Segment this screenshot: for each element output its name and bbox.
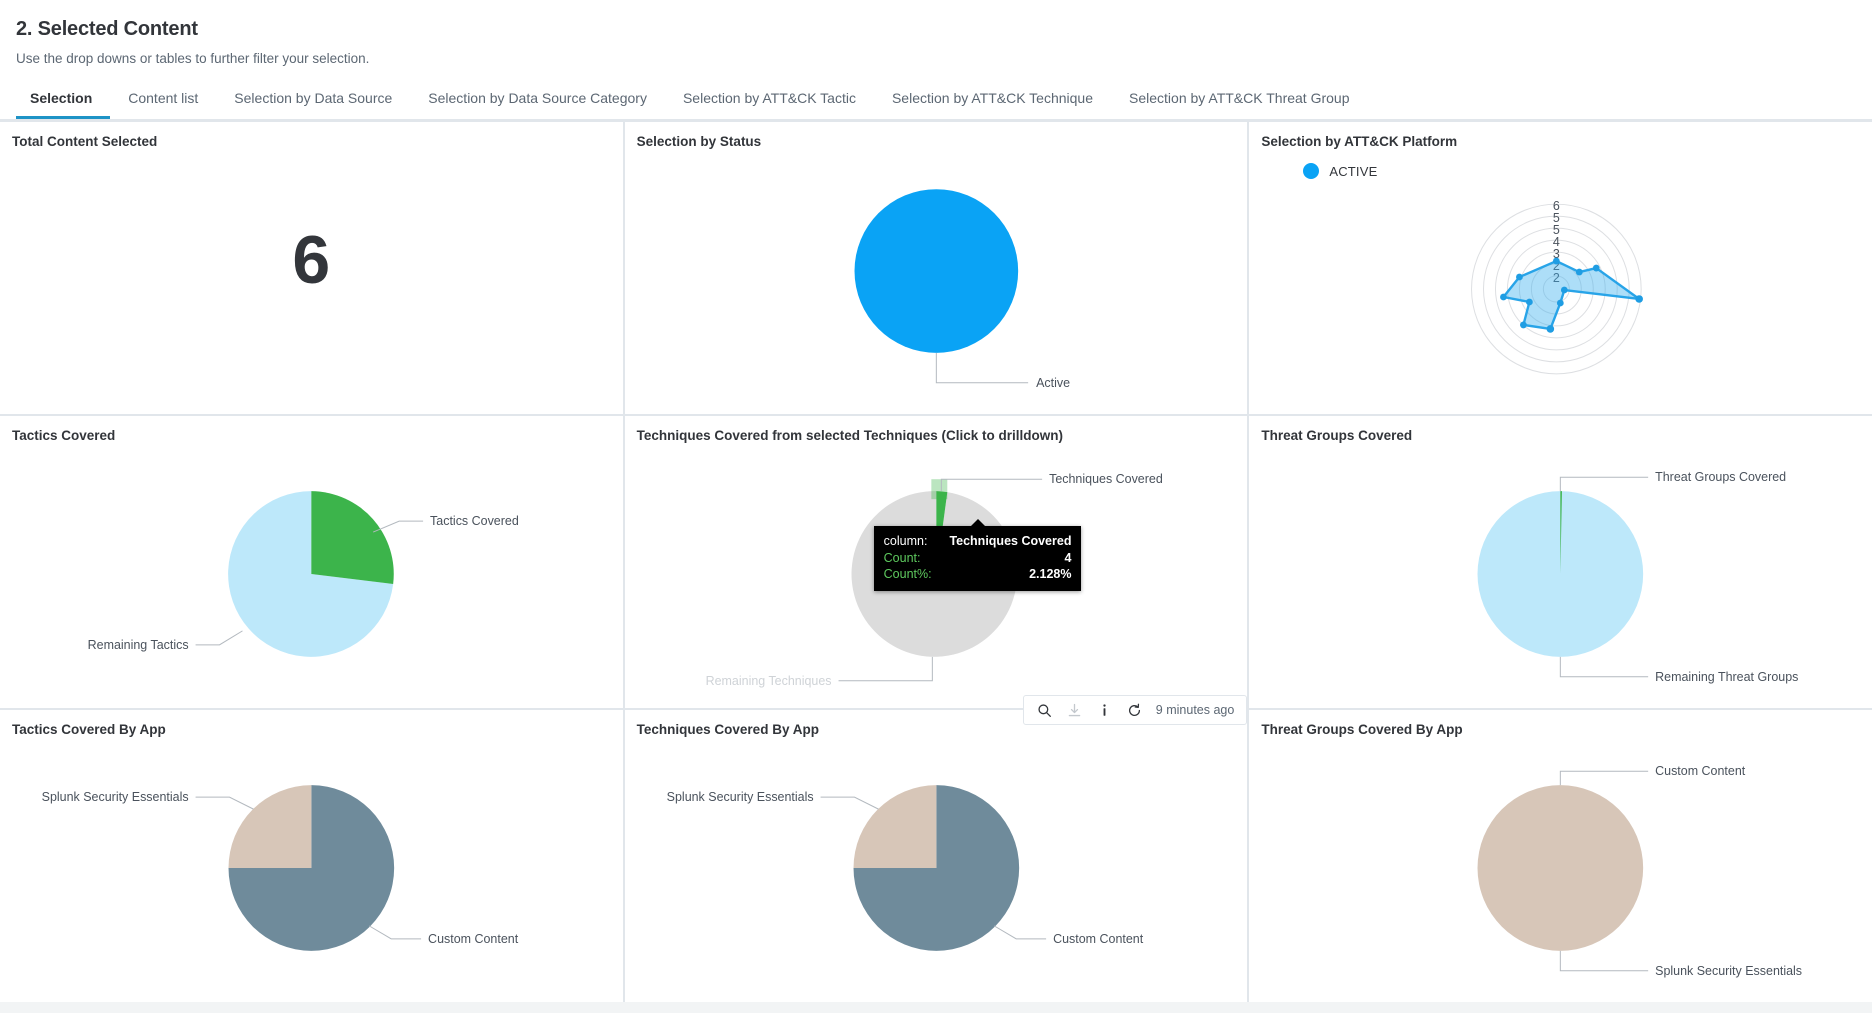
panel-techniques-covered: Techniques Covered from selected Techniq… bbox=[625, 416, 1248, 708]
pie-chart-threat-groups-by-app[interactable]: Custom Content Splunk Security Essential… bbox=[1249, 737, 1872, 999]
panel-refresh-timestamp: 9 minutes ago bbox=[1150, 703, 1235, 717]
page-header: 2. Selected Content Use the drop downs o… bbox=[0, 0, 1872, 120]
panel-techniques-covered-by-app: Techniques Covered By App Splunk Securit… bbox=[625, 710, 1248, 1002]
tab-selection-by-attack-technique[interactable]: Selection by ATT&CK Technique bbox=[874, 86, 1111, 119]
pie-chart-tactics-covered[interactable]: Tactics Covered Remaining Tactics bbox=[0, 443, 623, 705]
search-icon[interactable] bbox=[1030, 695, 1060, 725]
page-title: 2. Selected Content bbox=[16, 18, 1856, 41]
panel-title-selection-by-attack-platform: Selection by ATT&CK Platform bbox=[1249, 122, 1872, 149]
page-subtitle: Use the drop downs or tables to further … bbox=[16, 51, 1856, 66]
pie-label-remaining-techniques: Remaining Techniques bbox=[705, 674, 831, 688]
legend-label-active: ACTIVE bbox=[1329, 164, 1377, 179]
pie-label-custom-content: Custom Content bbox=[1053, 932, 1144, 946]
chart-tooltip: column: Techniques Covered Count: 4 Coun… bbox=[874, 526, 1082, 591]
pie-label-splunk-security-essentials: Splunk Security Essentials bbox=[42, 790, 189, 804]
tab-selection-by-data-source[interactable]: Selection by Data Source bbox=[216, 86, 410, 119]
tab-selection[interactable]: Selection bbox=[16, 86, 110, 119]
legend-swatch-active[interactable] bbox=[1303, 163, 1319, 179]
tooltip-arrow-icon bbox=[971, 519, 985, 526]
panel-selection-by-attack-platform: Selection by ATT&CK Platform ACTIVE 6 5 bbox=[1249, 122, 1872, 414]
pie-slice-splunk-security-essentials[interactable] bbox=[229, 785, 312, 868]
pie-chart-selection-by-status[interactable]: Active bbox=[625, 149, 1248, 411]
panel-threat-groups-covered-by-app: Threat Groups Covered By App Custom Cont… bbox=[1249, 710, 1872, 1002]
panel-threat-groups-covered: Threat Groups Covered Threat Groups Cove… bbox=[1249, 416, 1872, 708]
panel-title-total-content-selected: Total Content Selected bbox=[0, 122, 623, 149]
tooltip-column-key: column: bbox=[884, 533, 950, 550]
refresh-icon[interactable] bbox=[1120, 695, 1150, 725]
pie-slice-highlight bbox=[931, 479, 947, 499]
tab-selection-by-attack-tactic[interactable]: Selection by ATT&CK Tactic bbox=[665, 86, 874, 119]
panel-title-tactics-covered: Tactics Covered bbox=[0, 416, 623, 443]
pie-label-threat-groups-covered: Threat Groups Covered bbox=[1655, 470, 1786, 484]
panel-title-threat-groups-covered: Threat Groups Covered bbox=[1249, 416, 1872, 443]
tooltip-count-value: 4 bbox=[1065, 550, 1072, 567]
pie-slice-custom-content[interactable] bbox=[1478, 785, 1644, 951]
panel-title-tactics-covered-by-app: Tactics Covered By App bbox=[0, 710, 623, 737]
tooltip-percent-value: 2.128% bbox=[1029, 566, 1071, 583]
panel-selection-by-status: Selection by Status Active bbox=[625, 122, 1248, 414]
panel-title-techniques-covered: Techniques Covered from selected Techniq… bbox=[625, 416, 1248, 443]
pie-label-remaining-threat-groups: Remaining Threat Groups bbox=[1655, 670, 1798, 684]
panel-title-threat-groups-covered-by-app: Threat Groups Covered By App bbox=[1249, 710, 1872, 737]
tab-bar: Selection Content list Selection by Data… bbox=[16, 86, 1856, 119]
pie-chart-threat-groups-covered[interactable]: Threat Groups Covered Remaining Threat G… bbox=[1249, 443, 1872, 705]
tab-selection-by-attack-threat-group[interactable]: Selection by ATT&CK Threat Group bbox=[1111, 86, 1367, 119]
pie-label-active: Active bbox=[1036, 376, 1070, 390]
pie-label-techniques-covered: Techniques Covered bbox=[1049, 472, 1163, 486]
pie-label-tactics-covered: Tactics Covered bbox=[430, 514, 519, 528]
dashboard-grid: Total Content Selected 6 Selection by St… bbox=[0, 120, 1872, 1002]
tooltip-column-value: Techniques Covered bbox=[949, 533, 1071, 550]
radar-chart-attack-platform[interactable]: 6 5 5 4 3 2 2 bbox=[1249, 179, 1872, 405]
tab-content-list[interactable]: Content list bbox=[110, 86, 216, 119]
single-value-total-content: 6 bbox=[0, 149, 623, 411]
panel-toolbar: 9 minutes ago bbox=[1023, 695, 1248, 725]
tooltip-percent-key: Count%: bbox=[884, 566, 954, 583]
pie-chart-tactics-by-app[interactable]: Splunk Security Essentials Custom Conten… bbox=[0, 737, 623, 999]
pie-chart-techniques-by-app[interactable]: Splunk Security Essentials Custom Conten… bbox=[625, 737, 1248, 999]
info-icon[interactable] bbox=[1090, 695, 1120, 725]
pie-label-custom-content: Custom Content bbox=[428, 932, 519, 946]
pie-label-splunk-security-essentials: Splunk Security Essentials bbox=[666, 790, 813, 804]
pie-label-custom-content: Custom Content bbox=[1655, 764, 1746, 778]
pie-label-splunk-security-essentials: Splunk Security Essentials bbox=[1655, 964, 1802, 978]
tooltip-count-key: Count: bbox=[884, 550, 943, 567]
pie-slice-splunk-security-essentials[interactable] bbox=[853, 785, 936, 868]
download-icon[interactable] bbox=[1060, 695, 1090, 725]
tab-selection-by-data-source-category[interactable]: Selection by Data Source Category bbox=[410, 86, 665, 119]
legend-attack-platform: ACTIVE bbox=[1249, 149, 1872, 179]
pie-slice-active[interactable] bbox=[854, 189, 1018, 353]
panel-total-content-selected: Total Content Selected 6 bbox=[0, 122, 623, 414]
panel-title-selection-by-status: Selection by Status bbox=[625, 122, 1248, 149]
pie-label-remaining-tactics: Remaining Tactics bbox=[88, 638, 189, 652]
pie-slice-tactics-covered[interactable] bbox=[311, 491, 393, 584]
panel-tactics-covered-by-app: Tactics Covered By App Splunk Security E… bbox=[0, 710, 623, 1002]
panel-tactics-covered: Tactics Covered Tactics Covered Remainin… bbox=[0, 416, 623, 708]
